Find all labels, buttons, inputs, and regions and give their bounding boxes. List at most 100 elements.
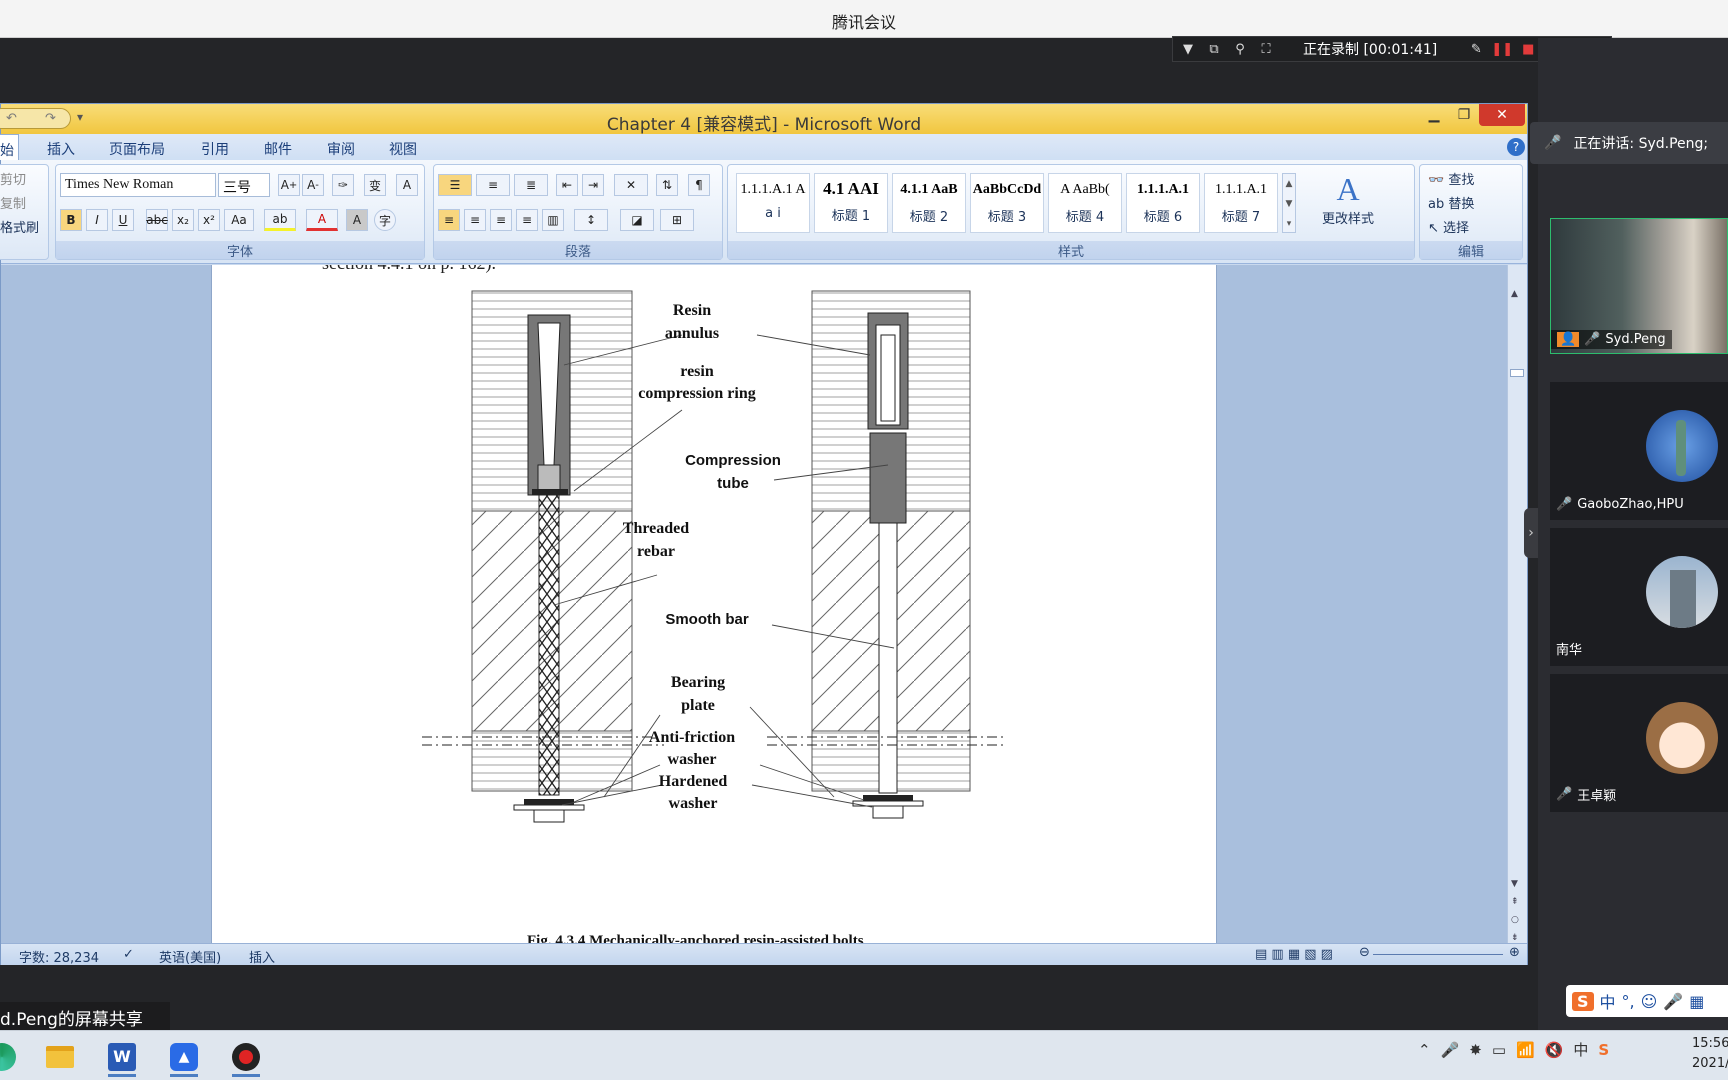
style-card-heading1[interactable]: 4.1 AAI 标题 1 [814,173,888,233]
align-left-icon[interactable]: ≡ [438,209,460,231]
shading-icon[interactable]: ◪ [620,209,654,231]
change-case-icon[interactable]: Aa [224,209,254,231]
style-card-heading3[interactable]: AaBbCcDd 标题 3 [970,173,1044,233]
font-size-box[interactable]: 三号 [218,173,270,197]
copy-button[interactable]: 复制 [0,193,26,212]
pen-icon[interactable]: ✎ [1467,41,1485,57]
word-count[interactable]: 字数: 28,234 [19,947,99,966]
tab-mailings[interactable]: 邮件 [264,139,292,159]
grow-font-icon[interactable]: A + [278,174,300,196]
close-button[interactable]: ✕ [1479,104,1525,126]
subscript-icon[interactable]: x₂ [172,209,194,231]
ime-mode[interactable]: 中 [1600,989,1616,1013]
copy-icon[interactable]: ⧉ [1205,41,1223,57]
view-buttons[interactable]: ▤ ▥ ▦ ▧ ▨ [1255,947,1333,962]
proofing-icon[interactable]: ✓ [123,947,134,962]
find-button[interactable]: 👓 查找 [1428,169,1474,188]
clock[interactable]: 15:56 2021/4 [1692,1034,1728,1074]
vertical-scrollbar[interactable]: ▲ ▼ ⇞ ○ ⇟ [1507,265,1527,943]
enclose-char-icon[interactable]: 字 [374,209,396,231]
participant-tile-active-speaker[interactable]: 👤 🎤 Syd.Peng [1550,218,1728,354]
scroll-nav-icons[interactable]: ▼ ⇞ ○ ⇟ [1511,875,1523,947]
restore-button[interactable]: ❐ [1449,104,1479,126]
change-styles-button[interactable]: A 更改样式 [1318,171,1378,227]
tab-insert[interactable]: 插入 [47,139,75,159]
language-indicator[interactable]: 英语(美国) [159,947,221,966]
strikethrough-icon[interactable]: abc [146,209,168,231]
styles-scroll[interactable]: ▲ ▼ ▾ [1282,173,1296,233]
word-app-icon[interactable]: W [102,1037,142,1077]
align-center-icon[interactable]: ≡ [464,209,486,231]
zoom-icon[interactable]: ⚲ [1231,41,1249,57]
zoom-out-icon[interactable]: ⊖ [1359,945,1370,960]
distributed-icon[interactable]: ▥ [542,209,564,231]
participant-tile[interactable]: 🎤 王卓颖 [1550,674,1728,812]
sort-icon[interactable]: ⇅ [656,174,678,196]
decrease-indent-icon[interactable]: ⇤ [556,174,578,196]
replace-button[interactable]: ab 替换 [1428,193,1474,212]
chinese-layout-icon[interactable]: ✕ [614,174,648,196]
numbering-icon[interactable]: ≡ [476,174,510,196]
sogou-tray-icon[interactable]: S [1598,1041,1609,1059]
char-shading-icon[interactable]: A [346,209,368,231]
stop-icon[interactable]: ■ [1519,41,1537,57]
bold-icon[interactable]: B [60,209,82,231]
style-card-heading7[interactable]: 1.1.1.A.1 标题 7 [1204,173,1278,233]
file-explorer-icon[interactable] [40,1037,80,1077]
style-card-heading4[interactable]: A AaBb(标题 4 [1048,173,1122,233]
battery-icon[interactable]: ▭ [1492,1041,1506,1059]
line-spacing-icon[interactable]: ↕ [574,209,608,231]
bullets-icon[interactable]: ☰ [438,174,472,196]
font-color-icon[interactable]: A [306,209,338,231]
pause-icon[interactable]: ❚❚ [1491,41,1513,57]
tab-layout[interactable]: 页面布局 [109,139,165,159]
tray-expand-icon[interactable]: ⌃ [1418,1041,1431,1059]
microphone-icon[interactable]: 🎤 [1441,1041,1460,1059]
font-name-box[interactable]: Times New Roman [60,173,216,197]
italic-icon[interactable]: I [86,209,108,231]
collapse-panel-icon[interactable]: › [1524,508,1538,558]
tab-review[interactable]: 审阅 [327,139,355,159]
crop-icon[interactable]: ⛶ [1257,41,1275,57]
style-card-normal[interactable]: 1.1.1.A.1 A a i [736,173,810,233]
zoom-slider[interactable] [1373,954,1503,955]
align-right-icon[interactable]: ≡ [490,209,512,231]
cut-button[interactable]: 剪切 [0,169,26,188]
voice-icon[interactable]: 🎤 [1663,992,1683,1011]
highlight-icon[interactable]: ab [264,209,296,231]
multilevel-list-icon[interactable]: ≣ [514,174,548,196]
underline-icon[interactable]: U [112,209,134,231]
emoji-icon[interactable]: ☺ [1641,992,1658,1011]
clear-format-icon[interactable]: ✑ [332,174,354,196]
scroll-up-icon[interactable]: ▲ [1511,289,1523,301]
scroll-thumb[interactable] [1510,369,1524,377]
zoom-in-icon[interactable]: ⊕ [1509,945,1520,960]
ime-indicator[interactable]: 中 [1573,1039,1588,1060]
insert-mode[interactable]: 插入 [249,947,275,966]
dropdown-icon[interactable]: ▼ [1179,41,1197,57]
participant-tile[interactable]: 🎤 GaoboZhao,HPU [1550,382,1728,520]
wifi-icon[interactable]: 📶 [1516,1041,1535,1059]
justify-icon[interactable]: ≡ [516,209,538,231]
char-border-icon[interactable]: A [396,174,418,196]
shrink-font-icon[interactable]: A- [302,174,324,196]
tab-references[interactable]: 引用 [201,139,229,159]
tab-view[interactable]: 视图 [389,139,417,159]
format-painter-button[interactable]: 格式刷 [0,217,39,236]
style-card-heading2[interactable]: 4.1.1 AaB 标题 2 [892,173,966,233]
browser-app-icon[interactable] [0,1037,22,1077]
toolbox-icon[interactable]: ▦ [1689,992,1704,1011]
document-page[interactable]: section 4.4.1 on p. 162). [211,265,1217,943]
tab-home[interactable]: 始 [0,134,19,160]
ime-toolbar[interactable]: S 中 °, ☺ 🎤 ▦ [1566,985,1728,1017]
participant-tile[interactable]: 南华 [1550,528,1728,666]
borders-icon[interactable]: ⊞ [660,209,694,231]
tencent-meeting-icon[interactable]: ▲ [164,1037,204,1077]
minimize-button[interactable]: ▁ [1419,104,1449,126]
volume-muted-icon[interactable]: 🔇 [1545,1041,1564,1059]
select-button[interactable]: ↖ 选择 [1428,217,1469,236]
superscript-icon[interactable]: x² [198,209,220,231]
recorder-app-icon[interactable] [226,1037,266,1077]
increase-indent-icon[interactable]: ⇥ [582,174,604,196]
help-icon[interactable]: ? [1507,138,1525,156]
